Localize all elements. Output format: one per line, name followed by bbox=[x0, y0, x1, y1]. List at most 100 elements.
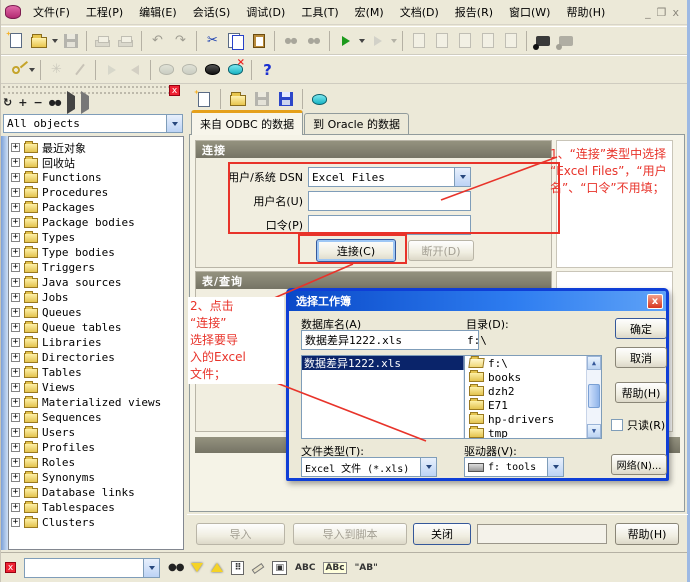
tree-item[interactable]: + 最近对象 bbox=[11, 140, 183, 155]
tree-item[interactable]: + Queues bbox=[11, 305, 183, 320]
list-item[interactable]: tmp bbox=[465, 426, 601, 438]
tree-item[interactable]: + Profiles bbox=[11, 440, 183, 455]
expand-icon[interactable]: + bbox=[11, 338, 20, 347]
expand-icon[interactable]: + bbox=[11, 503, 20, 512]
expand-all-icon[interactable]: + bbox=[18, 96, 27, 109]
tree-item[interactable]: + Materialized views bbox=[11, 395, 183, 410]
whole-word-icon[interactable]: ABc bbox=[323, 561, 347, 574]
tree-item[interactable]: + Libraries bbox=[11, 335, 183, 350]
tree-item[interactable]: + Directories bbox=[11, 350, 183, 365]
open-dropdown-icon[interactable] bbox=[52, 38, 58, 43]
expand-icon[interactable]: + bbox=[11, 233, 20, 242]
tree-item[interactable]: + Roles bbox=[11, 455, 183, 470]
importer-save-as-icon[interactable] bbox=[275, 89, 296, 110]
menu-macro[interactable]: 宏(M) bbox=[348, 1, 391, 23]
find-bar-search-icon[interactable]: ●● bbox=[168, 562, 184, 573]
quoted-match-icon[interactable]: "AB" bbox=[355, 563, 378, 573]
expand-icon[interactable]: + bbox=[11, 518, 20, 527]
tree-item[interactable]: + Database links bbox=[11, 485, 183, 500]
expand-icon[interactable]: + bbox=[11, 368, 20, 377]
username-field[interactable] bbox=[308, 191, 471, 211]
match-case-icon[interactable]: ABC bbox=[295, 563, 315, 573]
expand-icon[interactable]: + bbox=[11, 473, 20, 482]
directory-list[interactable]: f:\ books dzh2 E71 hp-drivers tmp ▲ ▼ bbox=[464, 355, 602, 439]
menu-document[interactable]: 文档(D) bbox=[393, 1, 446, 23]
tree-item[interactable]: + Packages bbox=[11, 200, 183, 215]
list-item[interactable]: books bbox=[465, 370, 601, 384]
tree-item[interactable]: + Queue tables bbox=[11, 320, 183, 335]
password-field[interactable] bbox=[308, 215, 471, 235]
find-bar-close-icon[interactable]: x bbox=[5, 562, 16, 573]
drive-chevron-icon[interactable] bbox=[547, 458, 563, 476]
menu-file[interactable]: 文件(F) bbox=[26, 1, 77, 23]
dialog-titlebar[interactable]: 选择工作簿 x bbox=[289, 291, 666, 311]
find-next-down-icon[interactable] bbox=[191, 563, 204, 572]
import-icon[interactable] bbox=[335, 30, 356, 51]
tree-item[interactable]: + Triggers bbox=[11, 260, 183, 275]
expand-icon[interactable]: + bbox=[11, 353, 20, 362]
tree-item[interactable]: + Procedures bbox=[11, 185, 183, 200]
macro-record-icon[interactable] bbox=[532, 30, 553, 51]
eraser-icon[interactable] bbox=[252, 561, 265, 574]
footer-help-button[interactable]: 帮助(H) bbox=[615, 523, 679, 545]
tree-item[interactable]: + Tablespaces bbox=[11, 500, 183, 515]
tree-item[interactable]: + Jobs bbox=[11, 290, 183, 305]
expand-icon[interactable]: + bbox=[11, 443, 20, 452]
list-item[interactable]: f:\ bbox=[465, 356, 601, 370]
copy-icon[interactable] bbox=[225, 30, 246, 51]
expand-icon[interactable]: + bbox=[11, 458, 20, 467]
expand-icon[interactable]: + bbox=[11, 413, 20, 422]
expand-icon[interactable]: + bbox=[11, 398, 20, 407]
locate-icon[interactable] bbox=[66, 91, 75, 114]
browser-find-icon[interactable]: ●● bbox=[49, 98, 62, 107]
logon-key-icon[interactable] bbox=[5, 59, 26, 80]
network-button[interactable]: 网络(N)... bbox=[611, 454, 667, 475]
refresh-icon[interactable]: ↻ bbox=[3, 96, 12, 109]
tree-item[interactable]: + Users bbox=[11, 425, 183, 440]
menu-edit[interactable]: 编辑(E) bbox=[132, 1, 184, 23]
list-item[interactable]: E71 bbox=[465, 398, 601, 412]
expand-icon[interactable]: + bbox=[11, 203, 20, 212]
chevron-down-icon[interactable] bbox=[166, 115, 182, 132]
expand-icon[interactable]: + bbox=[11, 308, 20, 317]
tree-item[interactable]: + Sequences bbox=[11, 410, 183, 425]
menu-project[interactable]: 工程(P) bbox=[79, 1, 130, 23]
find-combo[interactable] bbox=[24, 557, 160, 578]
drive-combo[interactable]: f: tools bbox=[464, 457, 564, 477]
minimize-icon[interactable]: _ bbox=[645, 6, 651, 19]
importer-db-icon[interactable] bbox=[309, 89, 330, 110]
tree-item[interactable]: + Types bbox=[11, 230, 183, 245]
expand-icon[interactable]: + bbox=[11, 158, 20, 167]
commit-db-icon[interactable] bbox=[202, 59, 223, 80]
replace-icon[interactable]: ⠿ bbox=[231, 560, 245, 575]
expand-icon[interactable]: + bbox=[11, 143, 20, 152]
cancel-button[interactable]: 取消 bbox=[615, 347, 667, 368]
file-type-combo[interactable]: Excel 文件 (*.xls) bbox=[301, 457, 437, 477]
close-icon[interactable]: x bbox=[672, 6, 679, 19]
tree-item[interactable]: + Functions bbox=[11, 170, 183, 185]
browser-filter-combo[interactable]: All objects bbox=[3, 114, 183, 133]
list-item[interactable]: 数据差异1222.xls bbox=[302, 356, 478, 370]
expand-icon[interactable]: + bbox=[11, 323, 20, 332]
tab-to-oracle[interactable]: 到 Oracle 的数据 bbox=[304, 113, 409, 135]
menu-debug[interactable]: 调试(D) bbox=[239, 1, 292, 23]
tree-item[interactable]: + Package bodies bbox=[11, 215, 183, 230]
paste-icon[interactable] bbox=[248, 30, 269, 51]
connect-button[interactable]: 连接(C) bbox=[316, 239, 396, 262]
expand-icon[interactable]: + bbox=[11, 188, 20, 197]
logon-dropdown-icon[interactable] bbox=[29, 67, 35, 72]
tab-from-odbc[interactable]: 来自 ODBC 的数据 bbox=[191, 110, 304, 135]
list-item[interactable]: dzh2 bbox=[465, 384, 601, 398]
close-button[interactable]: 关闭 bbox=[413, 523, 471, 545]
tree-item[interactable]: + Tables bbox=[11, 365, 183, 380]
dialog-help-button[interactable]: 帮助(H) bbox=[615, 382, 667, 403]
locate-back-icon[interactable] bbox=[80, 91, 89, 114]
cut-icon[interactable]: ✂ bbox=[202, 30, 223, 51]
expand-icon[interactable]: + bbox=[11, 248, 20, 257]
readonly-checkbox[interactable] bbox=[611, 419, 623, 431]
importer-new-icon[interactable] bbox=[193, 89, 214, 110]
list-item[interactable]: hp-drivers bbox=[465, 412, 601, 426]
db-name-input[interactable]: 数据差异1222.xls bbox=[301, 330, 479, 350]
tree-item[interactable]: + 回收站 bbox=[11, 155, 183, 170]
new-icon[interactable] bbox=[5, 30, 26, 51]
